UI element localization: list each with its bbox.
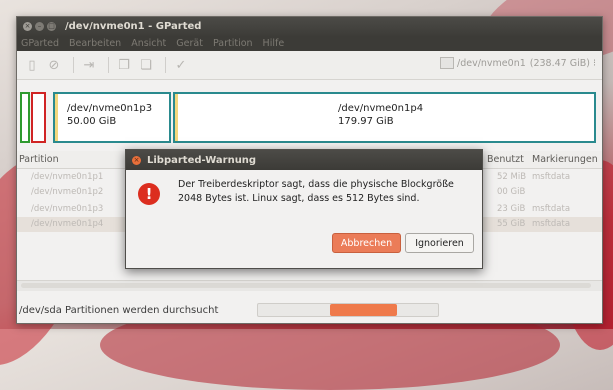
error-icon: ! [138, 183, 160, 205]
paste-icon[interactable]: ❏ [137, 58, 155, 73]
row-partition: /dev/nvme0n1p4 [31, 219, 104, 229]
new-icon[interactable]: ▯ [23, 58, 41, 73]
window-title: /dev/nvme0n1 - GParted [65, 21, 202, 32]
cancel-button[interactable]: Abbrechen [332, 233, 401, 253]
column-partition[interactable]: Partition [19, 154, 59, 165]
resize-icon[interactable]: ⇥ [80, 58, 98, 73]
partition-block-p2[interactable] [31, 92, 46, 143]
column-flags[interactable]: Markierungen [532, 154, 598, 165]
menu-gparted[interactable]: GParted [21, 38, 59, 49]
dialog-message: Der Treiberdeskriptor sagt, dass die phy… [178, 179, 454, 204]
partition-p3-size: 50.00 GiB [67, 116, 117, 127]
status-text: /dev/sda Partitionen werden durchsucht [19, 304, 219, 316]
close-icon[interactable]: × [132, 155, 141, 165]
device-selector[interactable]: /dev/nvme0n1 (238.47 GiB) ⁝ [440, 57, 596, 69]
partition-p4-size: 179.97 GiB [338, 116, 394, 127]
warning-dialog: × Libparted-Warnung ! Der Treiberdeskrip… [125, 149, 483, 269]
minimize-icon[interactable]: – [35, 22, 44, 31]
menu-bar: GParted Bearbeiten Ansicht Gerät Partiti… [17, 36, 602, 51]
toolbar-separator [165, 57, 166, 73]
row-flags: msftdata [532, 204, 571, 214]
partition-used-bar [175, 94, 178, 141]
scrollbar-track[interactable] [21, 283, 591, 288]
partition-block-p4[interactable]: /dev/nvme0n1p4 179.97 GiB [173, 92, 596, 143]
disk-icon [440, 57, 455, 69]
dialog-title: Libparted-Warnung [147, 154, 257, 166]
partition-block-p3[interactable]: /dev/nvme0n1p3 50.00 GiB [53, 92, 171, 143]
menu-view[interactable]: Ansicht [131, 38, 166, 49]
menu-help[interactable]: Hilfe [263, 38, 285, 49]
device-selector-label: /dev/nvme0n1 [457, 57, 526, 69]
status-bar: /dev/sda Partitionen werden durchsucht [17, 297, 602, 323]
scan-progress-bar [257, 303, 439, 317]
row-partition: /dev/nvme0n1p1 [31, 172, 104, 182]
partition-p4-name: /dev/nvme0n1p4 [338, 103, 424, 114]
chevron-down-icon: ⁝ [592, 57, 596, 69]
row-used: 55 GiB [497, 219, 526, 229]
row-used: 52 MiB [497, 172, 527, 182]
apply-icon[interactable]: ✓ [172, 58, 190, 73]
copy-icon[interactable]: ❐ [115, 58, 133, 73]
partition-used-bar [55, 94, 58, 141]
row-flags: msftdata [532, 219, 571, 229]
menu-partition[interactable]: Partition [213, 38, 253, 49]
maximize-icon[interactable]: □ [47, 22, 56, 31]
delete-icon[interactable]: ⊘ [45, 58, 63, 73]
device-size-label: (238.47 GiB) [529, 57, 590, 69]
menu-device[interactable]: Gerät [176, 38, 203, 49]
menu-edit[interactable]: Bearbeiten [69, 38, 121, 49]
row-used: 23 GiB [497, 204, 526, 214]
toolbar-separator [108, 57, 109, 73]
row-used: 00 GiB [497, 187, 526, 197]
row-flags: msftdata [532, 172, 571, 182]
row-partition: /dev/nvme0n1p3 [31, 204, 104, 214]
dialog-titlebar: × Libparted-Warnung [126, 150, 482, 170]
horizontal-scrollbar[interactable] [17, 280, 602, 291]
progress-fill [330, 304, 397, 316]
close-icon[interactable]: × [23, 22, 32, 31]
row-partition: /dev/nvme0n1p2 [31, 187, 104, 197]
partition-block-p1[interactable] [20, 92, 30, 143]
partition-graph: /dev/nvme0n1p3 50.00 GiB /dev/nvme0n1p4 … [20, 92, 598, 143]
ignore-button[interactable]: Ignorieren [405, 233, 474, 253]
column-used[interactable]: Benutzt [487, 154, 524, 165]
partition-p3-name: /dev/nvme0n1p3 [67, 103, 153, 114]
toolbar-separator [73, 57, 74, 73]
window-titlebar: × – □ /dev/nvme0n1 - GParted [17, 17, 602, 36]
